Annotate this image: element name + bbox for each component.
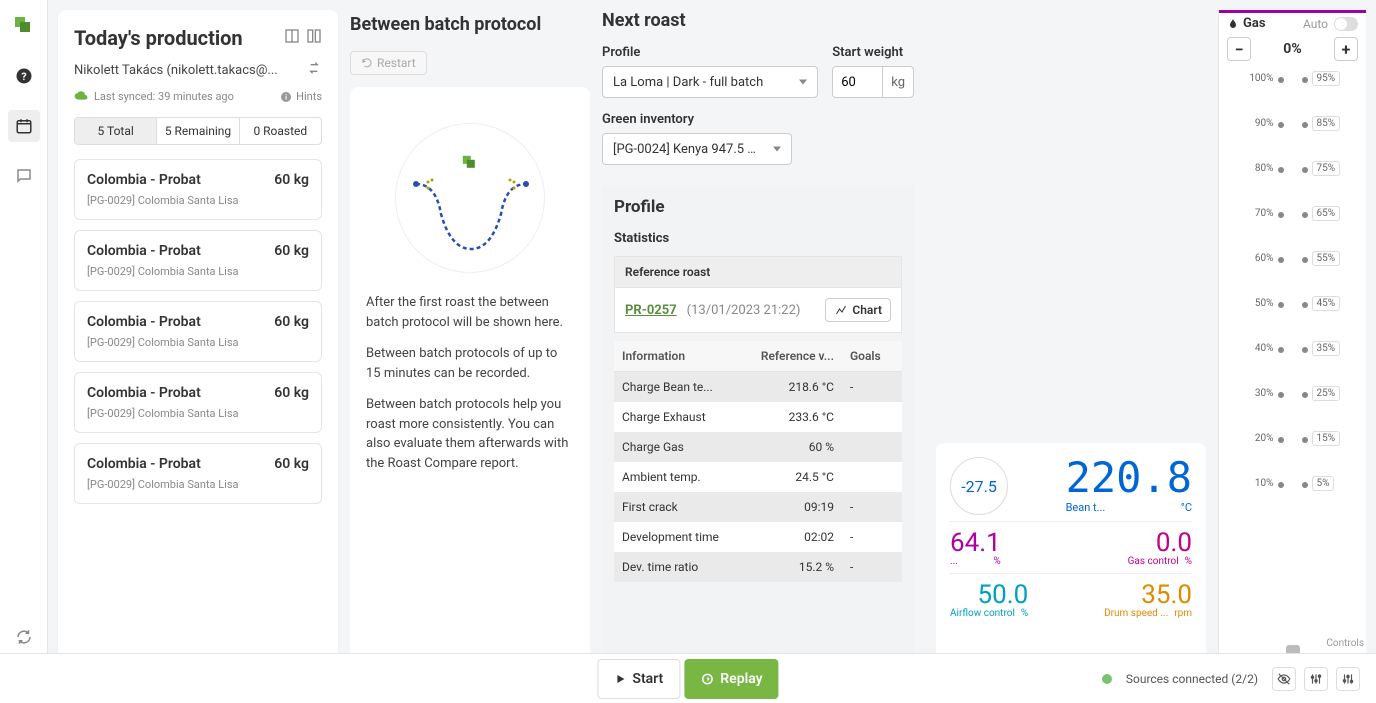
- auto-label: Auto: [1303, 17, 1328, 31]
- col-information: Information: [614, 341, 752, 372]
- stats-row: Ambient temp.24.5 °C: [614, 462, 902, 492]
- production-panel: Today's production Nikolett Takács (niko…: [58, 10, 338, 693]
- switch-user-icon[interactable]: [306, 60, 322, 80]
- controls-label: Controls: [1326, 638, 1364, 649]
- protocol-text-1: After the first roast the between batch …: [366, 293, 574, 332]
- stats-row: Development time02:02-: [614, 522, 902, 552]
- drum-speed-value: 35.0: [1104, 582, 1192, 608]
- sources-label: Sources connected (2/2): [1126, 672, 1258, 686]
- protocol-illustration: [395, 123, 545, 273]
- start-weight-unit: kg: [882, 66, 914, 98]
- cloud-icon: [74, 88, 88, 105]
- stats-row: Charge Bean te...218.6 °C-: [614, 372, 902, 403]
- svg-text:i: i: [285, 93, 287, 101]
- svg-text:?: ?: [21, 70, 26, 83]
- seg-roasted[interactable]: 0 Roasted: [240, 118, 321, 144]
- sliders-icon-2[interactable]: [1336, 667, 1360, 691]
- gas-current-value: 0%: [1283, 41, 1301, 57]
- chart-button[interactable]: Chart: [825, 298, 891, 322]
- sidebar-nav: ?: [0, 0, 48, 703]
- stats-row: Charge Gas60 %: [614, 432, 902, 462]
- counts-segmented: 5 Total 5 Remaining 0 Roasted: [74, 117, 322, 145]
- gas-panel: Gas Auto − 0% + 100%90%80%70%60%50%40%30…: [1218, 10, 1366, 693]
- rate-dial: -27.5: [950, 457, 1008, 515]
- logo-icon[interactable]: [8, 10, 40, 42]
- protocol-column: Between batch protocol Restart: [350, 10, 590, 693]
- footer: Start Replay Sources connected (2/2) Con…: [0, 653, 1376, 703]
- batch-card[interactable]: Colombia - Probat60 kg[PG-0029] Colombia…: [74, 159, 322, 220]
- flame-icon: [1227, 17, 1239, 31]
- stats-row: Charge Exhaust233.6 °C: [614, 402, 902, 432]
- green-inventory-label: Green inventory: [602, 112, 914, 127]
- gas-control-value: 0.0: [1128, 530, 1192, 556]
- hidden-metric-value: 64.1: [950, 530, 1001, 556]
- protocol-text-2: Between batch protocols of up to 15 minu…: [366, 344, 574, 383]
- gas-label: Gas: [1227, 16, 1266, 31]
- auto-toggle[interactable]: [1334, 17, 1358, 31]
- batch-list: Colombia - Probat60 kg[PG-0029] Colombia…: [74, 159, 322, 677]
- sliders-icon-1[interactable]: [1304, 667, 1328, 691]
- stats-table: Information Reference v... Goals Charge …: [614, 341, 902, 582]
- start-weight-input[interactable]: [832, 66, 882, 98]
- col-goals: Goals: [842, 341, 902, 372]
- seg-total[interactable]: 5 Total: [75, 118, 157, 144]
- batch-card[interactable]: Colombia - Probat60 kg[PG-0029] Colombia…: [74, 301, 322, 362]
- profile-select[interactable]: La Loma | Dark - full batch: [602, 66, 818, 98]
- chat-icon[interactable]: [8, 160, 40, 192]
- layout-icon-1[interactable]: [284, 28, 300, 48]
- profile-label: Profile: [602, 45, 818, 60]
- batch-card[interactable]: Colombia - Probat60 kg[PG-0029] Colombia…: [74, 230, 322, 291]
- stats-row: Dev. time ratio15.2 %-: [614, 552, 902, 582]
- reference-roast-link[interactable]: PR-0257: [625, 303, 677, 318]
- reference-roast-date: (13/01/2023 21:22): [687, 303, 801, 318]
- seg-remaining[interactable]: 5 Remaining: [157, 118, 239, 144]
- col-reference: Reference v...: [752, 341, 842, 372]
- bean-temp-value: 220.8: [1066, 457, 1192, 499]
- start-button[interactable]: Start: [597, 659, 680, 699]
- profile-section: Profile Statistics Reference roast PR-02…: [602, 185, 914, 693]
- layout-icon-2[interactable]: [306, 28, 322, 48]
- stats-row: First crack09:19-: [614, 492, 902, 522]
- last-synced-label: Last synced: 39 minutes ago: [94, 90, 234, 103]
- sources-status-dot: [1102, 674, 1112, 684]
- user-label: Nikolett Takács (nikolett.takacs@...: [74, 63, 278, 78]
- protocol-text-3: Between batch protocols help you roast m…: [366, 395, 574, 473]
- gas-plus-button[interactable]: +: [1334, 37, 1358, 61]
- hints-button[interactable]: i Hints: [280, 90, 322, 103]
- green-inventory-select[interactable]: [PG-0024] Kenya 947.5 KG: [602, 133, 792, 165]
- protocol-title: Between batch protocol: [350, 10, 590, 39]
- help-icon[interactable]: ?: [8, 60, 40, 92]
- profile-title: Profile: [614, 197, 902, 217]
- next-roast-column: Next roast Profile La Loma | Dark - full…: [602, 10, 914, 693]
- gas-slider[interactable]: 100%90%80%70%60%50%40%30%20%10% 95%85%75…: [1227, 69, 1358, 687]
- bean-temp-unit: °C: [1181, 501, 1192, 514]
- replay-button[interactable]: Replay: [684, 659, 778, 699]
- airflow-value: 50.0: [950, 582, 1028, 608]
- next-roast-title: Next roast: [602, 10, 914, 31]
- start-weight-label: Start weight: [832, 45, 914, 60]
- sync-icon[interactable]: [8, 621, 40, 653]
- reference-roast-header: Reference roast: [614, 256, 902, 288]
- visibility-icon[interactable]: [1272, 667, 1296, 691]
- statistics-title: Statistics: [614, 231, 902, 246]
- gas-minus-button[interactable]: −: [1227, 37, 1251, 61]
- restart-button[interactable]: Restart: [350, 51, 427, 75]
- batch-card[interactable]: Colombia - Probat60 kg[PG-0029] Colombia…: [74, 443, 322, 504]
- calendar-icon[interactable]: [8, 110, 40, 142]
- production-title: Today's production: [74, 26, 243, 50]
- batch-card[interactable]: Colombia - Probat60 kg[PG-0029] Colombia…: [74, 372, 322, 433]
- bean-temp-label: Bean t...: [1066, 501, 1106, 514]
